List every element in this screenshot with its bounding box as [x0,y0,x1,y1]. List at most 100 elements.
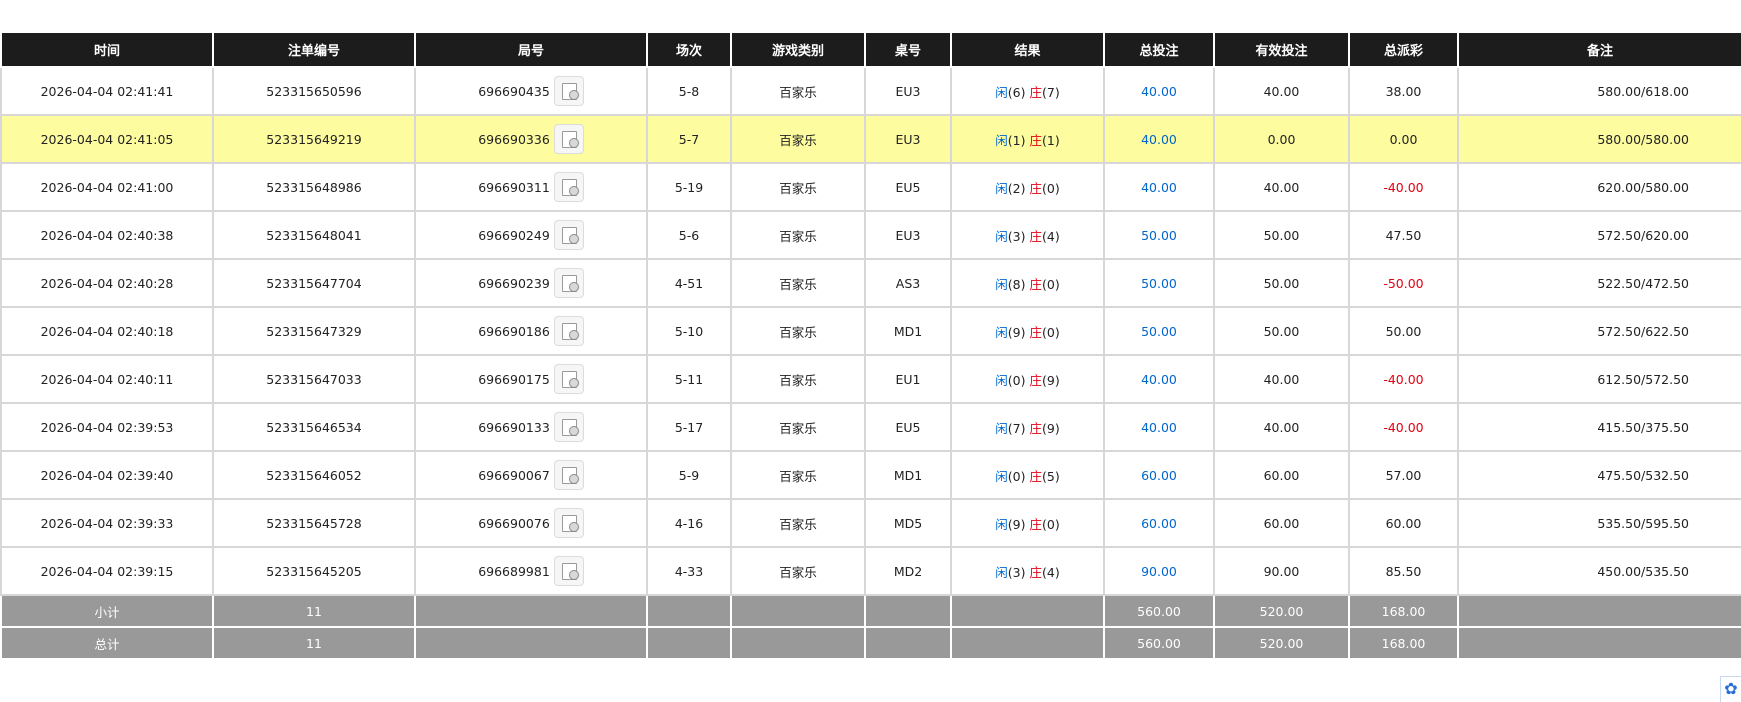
table-number: EU3 [864,210,952,260]
bet-number: 523315646052 [212,450,416,500]
col-header-payout: 总派彩 [1348,33,1459,68]
bet-time: 2026-04-04 02:40:11 [0,354,214,404]
player-score: (0) [1007,372,1026,388]
balance-note: 572.50/620.00 [1457,210,1741,260]
player-score: (0) [1007,468,1026,484]
player-score: (7) [1007,420,1026,436]
table-number: AS3 [864,258,952,308]
replay-icon[interactable] [553,364,584,394]
replay-icon[interactable] [553,172,584,202]
valid-bet: 90.00 [1213,546,1350,596]
col-header-result: 结果 [950,33,1105,68]
balance-note: 580.00/580.00 [1457,114,1741,164]
round-number: 696690435 [478,83,550,99]
valid-bet: 50.00 [1213,306,1350,356]
paw-icon[interactable]: ✿ [1720,676,1741,702]
shoe-number: 5-11 [646,354,732,404]
replay-icon[interactable] [553,316,584,346]
round-cell: 696690076 [414,498,648,548]
bet-time: 2026-04-04 02:40:28 [0,258,214,308]
replay-icon[interactable] [553,220,584,250]
replay-icon[interactable] [553,268,584,298]
player-score: (3) [1007,564,1026,580]
bet-time: 2026-04-04 02:40:18 [0,306,214,356]
result-cell: 闲(9) 庄(0) [950,498,1105,548]
valid-bet: 40.00 [1213,354,1350,404]
bet-time: 2026-04-04 02:39:33 [0,498,214,548]
valid-bet: 50.00 [1213,210,1350,260]
balance-note: 522.50/472.50 [1457,258,1741,308]
bet-number: 523315649219 [212,114,416,164]
balance-note: 535.50/595.50 [1457,498,1741,548]
valid-bet: 40.00 [1213,66,1350,116]
total-count: 11 [212,626,416,660]
total-bet: 40.00 [1103,114,1215,164]
total-bet: 40.00 [1103,354,1215,404]
result-cell: 闲(7) 庄(9) [950,402,1105,452]
replay-icon[interactable] [553,508,584,538]
shoe-number: 5-6 [646,210,732,260]
bet-number: 523315650596 [212,66,416,116]
table-row[interactable]: 2026-04-04 02:39:33 523315645728 696690076… [0,498,1741,548]
payout: -40.00 [1348,162,1459,212]
player-label: 闲 [995,228,1008,244]
replay-icon[interactable] [553,460,584,490]
balance-note: 475.50/532.50 [1457,450,1741,500]
table-footer: 小计 11 560.00 520.00 168.00 总计 11 560.00 … [0,594,1741,660]
banker-score: (0) [1042,180,1060,196]
banker-score: (9) [1042,420,1060,436]
shoe-number: 4-16 [646,498,732,548]
banker-score: (4) [1042,228,1060,244]
table-row[interactable]: 2026-04-04 02:39:40 523315646052 696690067… [0,450,1741,500]
result-cell: 闲(3) 庄(4) [950,546,1105,596]
round-number: 696690249 [478,227,550,243]
payout: 47.50 [1348,210,1459,260]
table-number: MD2 [864,546,952,596]
player-label: 闲 [995,276,1008,292]
shoe-number: 4-51 [646,258,732,308]
table-row[interactable]: 2026-04-04 02:41:41 523315650596 696690435… [0,66,1741,116]
shoe-number: 5-17 [646,402,732,452]
table-number: MD1 [864,450,952,500]
table-row[interactable]: 2026-04-04 02:39:53 523315646534 696690133… [0,402,1741,452]
player-score: (9) [1007,324,1026,340]
shoe-number: 5-8 [646,66,732,116]
subtotal-label: 小计 [0,594,214,628]
player-label: 闲 [995,132,1008,148]
round-cell: 696690249 [414,210,648,260]
table-number: MD5 [864,498,952,548]
round-cell: 696690239 [414,258,648,308]
table-row[interactable]: 2026-04-04 02:39:15 523315645205 696689981… [0,546,1741,596]
table-row[interactable]: 2026-04-04 02:40:11 523315647033 696690175… [0,354,1741,404]
table-row[interactable]: 2026-04-04 02:41:00 523315648986 696690311… [0,162,1741,212]
round-number: 696690186 [478,323,550,339]
subtotal-payout: 168.00 [1348,594,1459,628]
table-row[interactable]: 2026-04-04 02:40:18 523315647329 696690186… [0,306,1741,356]
result-cell: 闲(2) 庄(0) [950,162,1105,212]
game-type: 百家乐 [730,114,866,164]
col-header-round-no: 局号 [414,33,648,68]
table-row[interactable]: 2026-04-04 02:40:38 523315648041 696690249… [0,210,1741,260]
table-row[interactable]: 2026-04-04 02:41:05 523315649219 696690336… [0,114,1741,164]
round-number: 696690175 [478,371,550,387]
bet-number: 523315648041 [212,210,416,260]
table-row[interactable]: 2026-04-04 02:40:28 523315647704 696690239… [0,258,1741,308]
banker-label: 庄 [1029,180,1042,196]
banker-label: 庄 [1029,564,1042,580]
round-cell: 696690067 [414,450,648,500]
replay-icon[interactable] [553,556,584,586]
game-type: 百家乐 [730,258,866,308]
valid-bet: 50.00 [1213,258,1350,308]
replay-icon[interactable] [553,412,584,442]
game-type: 百家乐 [730,546,866,596]
game-type: 百家乐 [730,306,866,356]
col-header-bet-no: 注单编号 [212,33,416,68]
result-cell: 闲(3) 庄(4) [950,210,1105,260]
total-bet: 40.00 [1103,66,1215,116]
replay-icon[interactable] [553,124,584,154]
replay-icon[interactable] [553,76,584,106]
game-type: 百家乐 [730,402,866,452]
balance-note: 572.50/622.50 [1457,306,1741,356]
round-cell: 696690435 [414,66,648,116]
round-number: 696690336 [478,131,550,147]
